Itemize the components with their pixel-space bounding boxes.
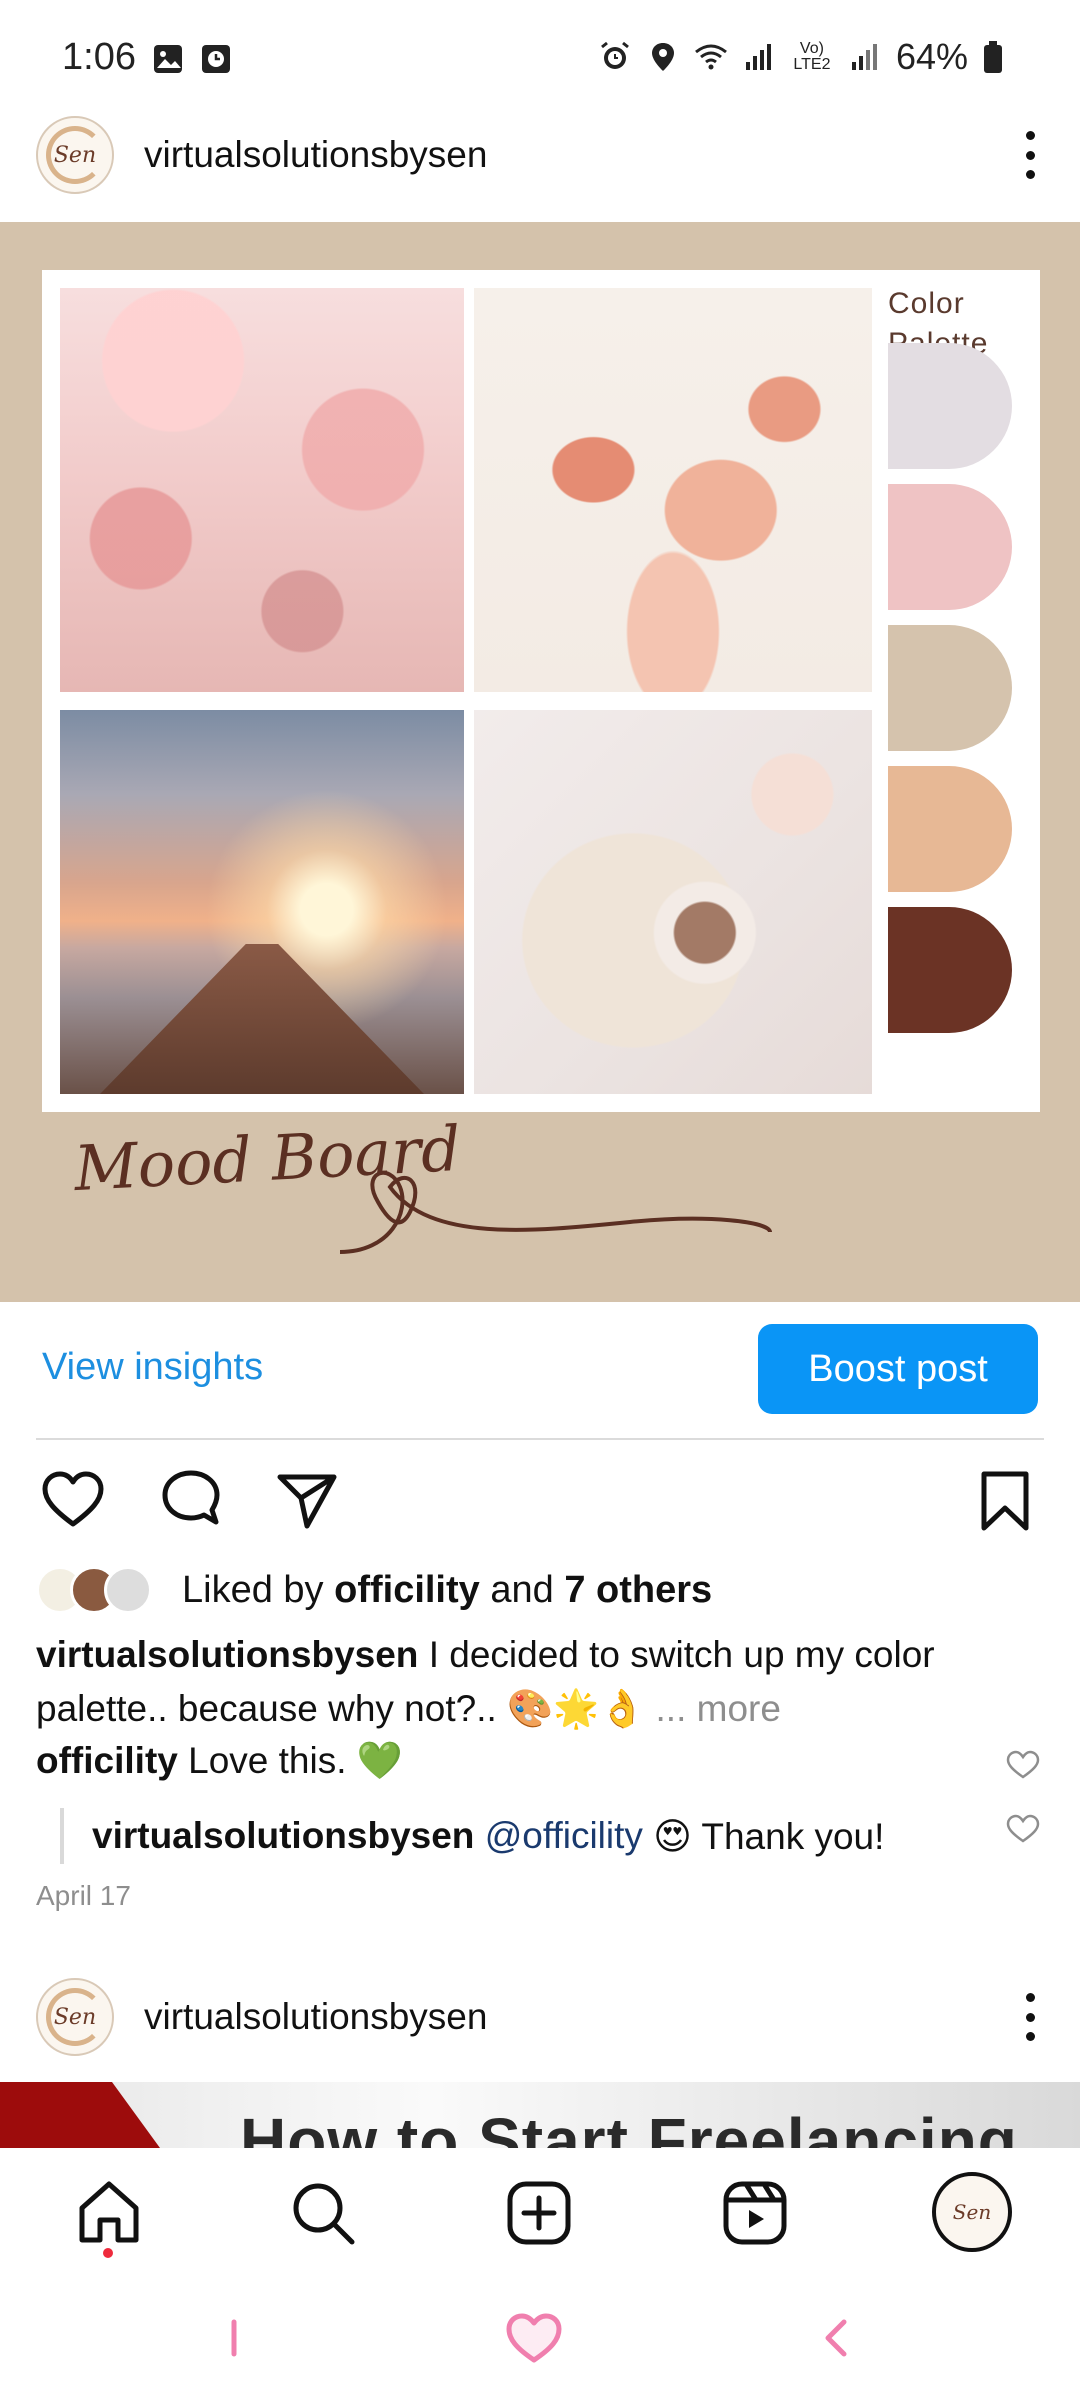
- reply-username[interactable]: virtualsolutionsbysen: [92, 1815, 474, 1857]
- reply-mention[interactable]: @officility: [485, 1815, 643, 1857]
- likes-others[interactable]: 7 others: [564, 1569, 712, 1611]
- comment-row: officility Love this. 💚: [36, 1740, 403, 1783]
- comment-icon[interactable]: [158, 1468, 224, 1534]
- avatar[interactable]: Sen: [36, 116, 114, 194]
- color-swatch-4: [888, 766, 1012, 892]
- next-post-header: Sen virtualsolutionsbysen: [0, 1962, 1080, 2072]
- comment-username[interactable]: officility: [36, 1740, 178, 1781]
- system-nav-bar: [0, 2280, 1080, 2400]
- action-bar: [0, 1460, 1080, 1540]
- comment-like-icon[interactable]: [1006, 1750, 1040, 1780]
- boost-post-button[interactable]: Boost post: [758, 1324, 1038, 1414]
- next-post-username[interactable]: virtualsolutionsbysen: [144, 1996, 487, 2038]
- color-swatch-1: [888, 343, 1012, 469]
- avatar[interactable]: Sen: [36, 1978, 114, 2056]
- back-icon[interactable]: [806, 2308, 866, 2368]
- comment-text: Love this. 💚: [188, 1740, 403, 1781]
- color-swatch-2: [888, 484, 1012, 610]
- wifi-icon: [695, 44, 727, 70]
- caption-username[interactable]: virtualsolutionsbysen: [36, 1634, 418, 1675]
- view-insights-link[interactable]: View insights: [42, 1346, 263, 1389]
- heart-swash-decoration: [339, 1170, 772, 1254]
- gallery-icon: [154, 45, 182, 73]
- profile-tab-avatar[interactable]: Sen: [932, 2172, 1012, 2252]
- more-options-icon[interactable]: [1022, 1993, 1038, 2041]
- photo-pink-flowers: [60, 288, 464, 692]
- recents-icon[interactable]: [204, 2308, 264, 2368]
- home-icon[interactable]: [72, 2176, 146, 2250]
- save-bookmark-icon[interactable]: [972, 1468, 1038, 1534]
- photo-sunset-pier: [60, 710, 464, 1094]
- reply-like-icon[interactable]: [1006, 1814, 1040, 1844]
- color-swatch-5: [888, 907, 1012, 1033]
- like-heart-icon[interactable]: [40, 1468, 106, 1534]
- caption-more-link[interactable]: ... more: [656, 1688, 781, 1729]
- likes-row[interactable]: Liked by officility and 7 others: [36, 1560, 712, 1620]
- more-options-icon[interactable]: [1022, 131, 1038, 179]
- signal-2-icon: [851, 44, 877, 70]
- post-image[interactable]: Color Palette Mood Board: [0, 222, 1080, 1302]
- status-time: 1:06: [62, 36, 136, 78]
- color-swatch-3: [888, 625, 1012, 751]
- signal-icon: [745, 44, 771, 70]
- reels-icon[interactable]: [718, 2176, 792, 2250]
- post-date: April 17: [36, 1880, 131, 1911]
- photo-book-coffee: [474, 710, 872, 1094]
- post-username[interactable]: virtualsolutionsbysen: [144, 134, 487, 176]
- liker-username[interactable]: officility: [334, 1569, 480, 1611]
- next-post-image[interactable]: How to Start Freelancing: [0, 2082, 1080, 2148]
- liker-avatar: [104, 1566, 152, 1614]
- home-notification-dot: [103, 2248, 113, 2258]
- battery-icon: [984, 41, 1002, 73]
- insights-row: View insights Boost post: [0, 1302, 1080, 1438]
- mood-board: Color Palette: [42, 270, 1040, 1112]
- location-icon: [651, 43, 674, 71]
- home-heart-icon[interactable]: [504, 2308, 564, 2368]
- alarm-icon: [601, 41, 629, 69]
- photo-dried-leaves: [474, 288, 872, 692]
- search-icon[interactable]: [286, 2176, 360, 2250]
- next-post-image-title: How to Start Freelancing: [240, 2105, 1018, 2148]
- post-header: Sen virtualsolutionsbysen: [0, 100, 1080, 210]
- network-label: Vo) LTE2: [793, 40, 831, 73]
- battery-percent: 64%: [895, 36, 968, 77]
- bottom-nav: Sen: [0, 2148, 1080, 2280]
- share-send-icon[interactable]: [274, 1468, 340, 1534]
- reply-text: 😍 Thank you!: [653, 1815, 885, 1857]
- create-post-icon[interactable]: [502, 2176, 576, 2250]
- divider: [36, 1438, 1044, 1440]
- reply-row: virtualsolutionsbysen @officility 😍 Than…: [60, 1808, 884, 1864]
- post-caption: virtualsolutionsbysen I decided to switc…: [36, 1628, 1036, 1736]
- likes-text: Liked by officility and 7 others: [182, 1568, 713, 1611]
- clock-app-icon: [202, 45, 230, 73]
